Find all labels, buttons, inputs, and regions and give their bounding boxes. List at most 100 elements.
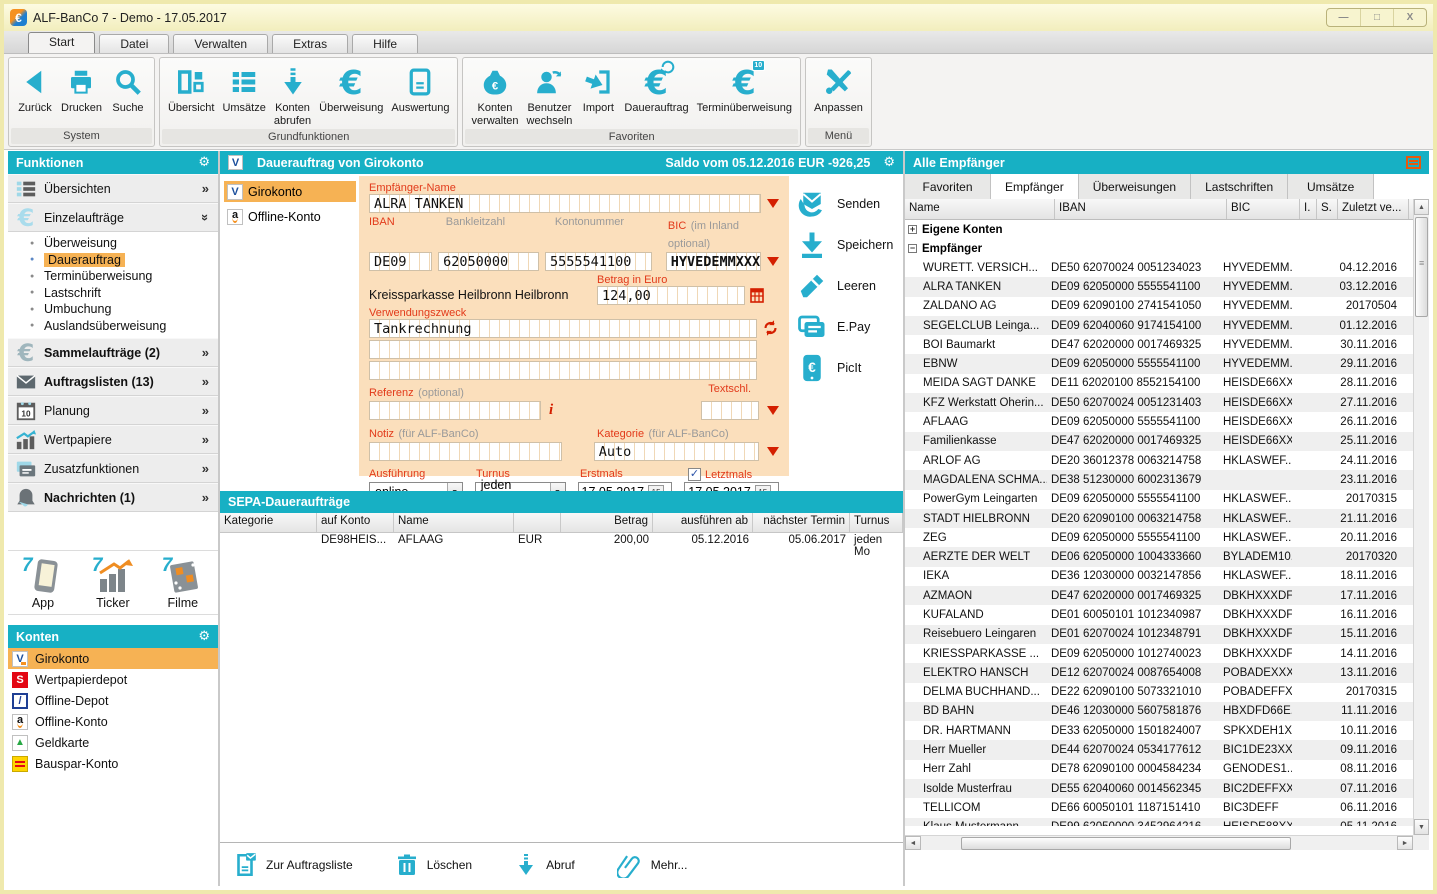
table-row[interactable]: AERZTE DER WELT DE06 62050000 1004333660…	[905, 547, 1413, 566]
blz-input[interactable]: 62050000	[438, 252, 539, 271]
notiz-input[interactable]	[369, 442, 562, 461]
senden-button[interactable]: Senden	[797, 189, 903, 219]
scroll-right-icon[interactable]: ►	[1397, 836, 1413, 850]
benutzer-wechseln-button[interactable]: Benutzer wechseln	[523, 61, 577, 128]
konten-abrufen-button[interactable]: Konten abrufen	[270, 61, 315, 128]
tab-umsaetze[interactable]: Umsätze	[1288, 174, 1374, 199]
table-row[interactable]: BOI Baumarkt DE47 62020000 0017469325 HY…	[905, 335, 1413, 354]
sidebar-item-planung[interactable]: 10 Planung »	[8, 396, 218, 425]
horizontal-scroll-thumb[interactable]	[961, 837, 1291, 850]
zweck-input-line2[interactable]	[369, 340, 757, 359]
app-button[interactable]: 7 App	[8, 557, 78, 610]
subitem-dauerauftrag[interactable]: ● Dauerauftrag	[8, 252, 218, 269]
tab-ueberweisungen[interactable]: Überweisungen	[1079, 174, 1191, 199]
table-row[interactable]: TELLICOM DE66 60050101 1187151410 BIC3DE…	[905, 798, 1413, 817]
account-offline-konto[interactable]: a Offline-Konto	[8, 711, 218, 732]
vertical-scrollbar[interactable]: ▲ ▼	[1413, 199, 1429, 835]
mehr-button[interactable]: Mehr...	[617, 852, 688, 878]
sepa-row[interactable]: DE98HEIS... AFLAAG EUR 200,00 05.12.2016…	[220, 533, 903, 552]
tab-start[interactable]: Start	[28, 32, 95, 53]
calculator-icon[interactable]	[750, 288, 764, 303]
sidebar-item-auftragslisten[interactable]: Auftragslisten (13) »	[8, 367, 218, 396]
table-row[interactable]: PowerGym Leingarten DE09 62050000 555554…	[905, 490, 1413, 509]
abruf-button[interactable]: Abruf	[514, 852, 575, 878]
account-bauspar-konto[interactable]: Bauspar-Konto	[8, 753, 218, 774]
table-row[interactable]: Herr Mueller DE44 62070024 0534177612 BI…	[905, 740, 1413, 759]
tab-favoriten[interactable]: Favoriten	[905, 174, 991, 199]
subitem-terminueberweisung[interactable]: ● Terminüberweisung	[8, 268, 218, 285]
sidebar-item-nachrichten[interactable]: Nachrichten (1) »	[8, 483, 218, 512]
filme-button[interactable]: 7 Filme	[148, 557, 218, 610]
sidebar-item-zusatzfunktionen[interactable]: Zusatzfunktionen »	[8, 454, 218, 483]
table-row[interactable]: BD BAHN DE46 12030000 5607581876 HBXDFD6…	[905, 702, 1413, 721]
table-row[interactable]: STADT HIELBRONN DE20 62090100 0063214758…	[905, 509, 1413, 528]
sidebar-item-uebersichten[interactable]: Übersichten »	[8, 174, 218, 203]
account-tab-offline-konto[interactable]: a Offline-Konto	[224, 206, 356, 227]
horizontal-scrollbar[interactable]: ◄ ►	[905, 835, 1413, 850]
scroll-left-icon[interactable]: ◄	[905, 836, 921, 850]
table-row[interactable]: KRIESSPARKASSE ... DE09 62050000 1012740…	[905, 644, 1413, 663]
tab-extras[interactable]: Extras	[272, 34, 348, 53]
maximize-button[interactable]: □	[1360, 9, 1393, 26]
collapse-icon[interactable]: −	[908, 244, 917, 253]
tab-verwalten[interactable]: Verwalten	[173, 34, 268, 53]
table-row[interactable]: Isolde Musterfrau DE55 62040060 00145623…	[905, 779, 1413, 798]
expand-icon[interactable]: +	[908, 225, 917, 234]
table-row[interactable]: DELMA BUCHHAND... DE22 62090100 50733210…	[905, 683, 1413, 702]
tab-lastschriften[interactable]: Lastschriften	[1191, 174, 1288, 199]
funktionen-gear-icon[interactable]: ⚙	[198, 155, 210, 170]
speichern-button[interactable]: Speichern	[797, 230, 903, 260]
konten-gear-icon[interactable]: ⚙	[198, 629, 210, 644]
konten-verwalten-button[interactable]: € Konten verwalten	[467, 61, 522, 128]
kategorie-input[interactable]: Auto	[594, 442, 759, 461]
loeschen-button[interactable]: Löschen	[395, 852, 472, 878]
table-row[interactable]: ELEKTRO HANSCH DE12 62070024 0087654008 …	[905, 663, 1413, 682]
subitem-ueberweisung[interactable]: ● Überweisung	[8, 235, 218, 252]
import-button[interactable]: Import	[576, 61, 620, 116]
account-geldkarte[interactable]: ▲ Geldkarte	[8, 732, 218, 753]
main-gear-icon[interactable]: ⚙	[883, 155, 895, 170]
leeren-button[interactable]: Leeren	[797, 271, 903, 301]
anpassen-button[interactable]: Anpassen	[810, 61, 867, 116]
sidebar-item-einzelauftraege[interactable]: € Einzelaufträge »	[8, 203, 218, 232]
minimize-button[interactable]: —	[1327, 9, 1360, 26]
umsaetze-button[interactable]: Umsätze	[218, 61, 269, 116]
panel-menu-icon[interactable]	[1406, 156, 1421, 169]
table-row[interactable]: Familienkasse DE47 62020000 0017469325 H…	[905, 432, 1413, 451]
account-tab-girokonto[interactable]: V Girokonto	[224, 181, 356, 202]
subitem-umbuchung[interactable]: ● Umbuchung	[8, 301, 218, 318]
info-icon[interactable]: i	[549, 402, 553, 419]
picit-button[interactable]: € PicIt	[797, 353, 903, 383]
tab-hilfe[interactable]: Hilfe	[352, 34, 418, 53]
zur-auftragsliste-button[interactable]: Zur Auftragsliste	[232, 851, 353, 879]
refresh-icon[interactable]	[762, 319, 779, 337]
account-offline-depot[interactable]: / Offline-Depot	[8, 690, 218, 711]
account-girokonto[interactable]: V Girokonto	[8, 648, 218, 669]
table-row[interactable]: KFZ Werkstatt Oherin... DE50 62070024 00…	[905, 393, 1413, 412]
bic-input[interactable]: HYVEDEMMXXX	[666, 252, 761, 271]
table-row[interactable]: ALRA TANKEN DE09 62050000 5555541100 HYV…	[905, 277, 1413, 296]
sidebar-item-sammelauftraege[interactable]: € Sammelaufträge (2) »	[8, 338, 218, 367]
close-button[interactable]: X	[1393, 9, 1426, 26]
zweck-input-line3[interactable]	[369, 361, 757, 380]
zurueck-button[interactable]: Zurück	[13, 61, 57, 116]
tab-datei[interactable]: Datei	[99, 34, 169, 53]
table-row[interactable]: MEIDA SAGT DANKE DE11 62020100 855215410…	[905, 374, 1413, 393]
epay-button[interactable]: E.Pay	[797, 312, 903, 342]
scroll-up-icon[interactable]: ▲	[1414, 199, 1429, 215]
table-row[interactable]: SEGELCLUB Leinga... DE09 62040060 917415…	[905, 316, 1413, 335]
iban-input[interactable]: DE09	[369, 252, 432, 271]
sepa-column-headers[interactable]: Kategorie auf Konto Name Betrag ausführe…	[220, 513, 903, 533]
bic-dropdown-icon[interactable]	[767, 257, 779, 266]
subitem-lastschrift[interactable]: ● Lastschrift	[8, 285, 218, 302]
tab-empfaenger[interactable]: Empfänger	[991, 174, 1079, 199]
terminueberweisung-button[interactable]: € 10 Terminüberweisung	[693, 61, 796, 116]
textschl-dropdown-icon[interactable]	[767, 406, 779, 415]
table-row[interactable]: DR. HARTMANN DE33 62050000 1501824007 SP…	[905, 721, 1413, 740]
table-row[interactable]: AZMAON DE47 62020000 0017469325 DBKHXXXD…	[905, 586, 1413, 605]
table-row[interactable]: WURETT. VERSICH... DE50 62070024 0051234…	[905, 258, 1413, 277]
table-row[interactable]: EBNW DE09 62050000 5555541100 HYVEDEMM..…	[905, 354, 1413, 373]
ueberweisung-button[interactable]: € Überweisung	[315, 61, 387, 116]
empfaenger-column-headers[interactable]: Name IBAN BIC I. S. Zuletzt ve...	[905, 199, 1429, 220]
sidebar-item-wertpapiere[interactable]: Wertpapiere »	[8, 425, 218, 454]
